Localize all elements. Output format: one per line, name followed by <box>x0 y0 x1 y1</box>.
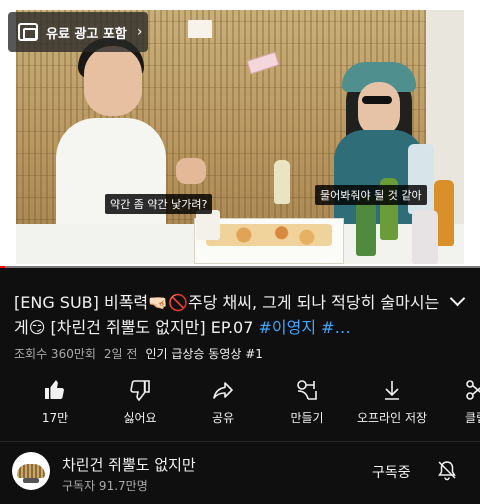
bottle <box>412 210 438 264</box>
channel-row[interactable]: 차린건 쥐뿔도 없지만 구독자 91.7만명 구독중 <box>0 442 480 504</box>
scissors-icon <box>436 376 480 404</box>
download-button[interactable]: 오프라인 저장 <box>352 376 432 426</box>
channel-name[interactable]: 차린건 쥐뿔도 없지만 <box>62 454 196 475</box>
dislike-button[interactable]: 싫어요 <box>100 376 180 426</box>
paid-promotion-badge[interactable]: 유료 광고 포함 › <box>8 12 148 52</box>
video-meta[interactable]: 조회수 360만회 2일 전 인기 급상승 동영상 #1 <box>14 345 263 362</box>
share-icon <box>183 376 263 404</box>
clip-label: 클립 <box>464 411 480 425</box>
subscribed-button[interactable]: 구독중 <box>372 462 411 482</box>
share-button[interactable]: 공유 <box>183 376 263 426</box>
paper-tag <box>188 20 212 38</box>
man-hand <box>176 158 206 184</box>
video-player[interactable]: 약간 좀 약간 낯가려? 물어봐줘야 될 것 같아 유료 광고 포함 › <box>0 0 480 268</box>
video-hashtags[interactable]: #이영지 #… <box>259 318 351 337</box>
channel-avatar[interactable] <box>12 452 50 490</box>
bell-off-icon[interactable] <box>436 459 458 481</box>
woman-face <box>358 82 400 136</box>
chevron-down-icon[interactable] <box>450 292 466 308</box>
paid-promotion-label: 유료 광고 포함 <box>46 26 127 42</box>
bottle <box>356 196 376 256</box>
subtitle-right: 물어봐줘야 될 것 같아 <box>315 185 427 205</box>
chevron-right-icon: › <box>136 24 143 40</box>
cup <box>196 210 220 240</box>
food <box>206 224 332 246</box>
download-icon <box>352 376 432 404</box>
upload-age: 2일 전 <box>103 347 138 361</box>
view-count: 조회수 360만회 <box>14 347 96 361</box>
man-head <box>84 46 142 116</box>
download-label: 오프라인 저장 <box>356 411 428 425</box>
like-button[interactable]: 17만 <box>15 376 95 426</box>
video-title-text: [ENG SUB] 비폭력🤜🏻🚫주당 채씨, 그게 되나 적당히 술마시는 게😏… <box>14 293 440 337</box>
thumbs-down-icon <box>100 376 180 404</box>
progress-fill <box>0 266 5 268</box>
share-label: 공유 <box>211 411 235 425</box>
action-bar: 17만 싫어요 공유 만들기 오프라인 저장 클립 <box>0 376 480 432</box>
bottle <box>274 160 290 204</box>
sunglasses <box>362 96 392 104</box>
trending-badge[interactable]: 인기 급상승 동영상 #1 <box>145 345 262 362</box>
thumbs-up-icon <box>15 376 95 404</box>
remix-button[interactable]: 만들기 <box>267 376 347 426</box>
avatar-graphic <box>17 464 45 478</box>
like-count: 17만 <box>41 411 69 425</box>
dislike-label: 싫어요 <box>123 411 157 425</box>
remix-icon <box>267 376 347 404</box>
subtitle-left: 약간 좀 약간 낯가려? <box>105 194 213 214</box>
clip-button[interactable]: 클립 <box>436 376 480 426</box>
paid-promotion-icon <box>18 23 38 41</box>
progress-bar[interactable] <box>0 266 480 268</box>
avatar-graphic <box>23 478 39 483</box>
video-title[interactable]: [ENG SUB] 비폭력🤜🏻🚫주당 채씨, 그게 되나 적당히 술마시는 게😏… <box>14 290 444 340</box>
subscriber-count: 구독자 91.7만명 <box>62 479 148 493</box>
remix-label: 만들기 <box>290 411 324 425</box>
